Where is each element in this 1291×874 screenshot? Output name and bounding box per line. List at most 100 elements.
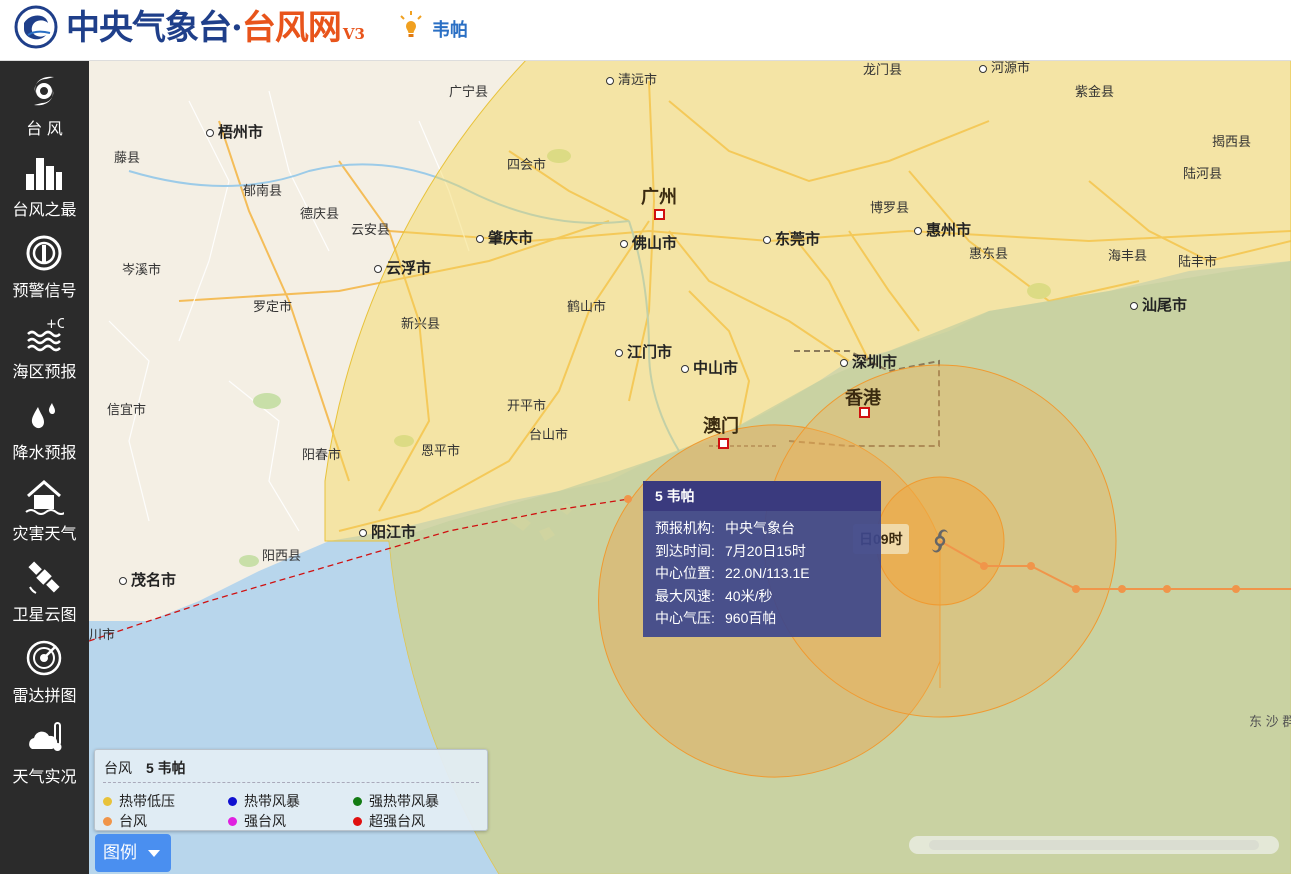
bar-chart-icon	[26, 158, 62, 190]
sidebar-item-satellite[interactable]: 卫星云图	[0, 551, 89, 631]
brand-version: V3	[342, 25, 365, 43]
map-label-luhe: 陆河县	[1183, 166, 1223, 181]
map-label-yunan2: 云安县	[351, 222, 391, 237]
legend-divider	[103, 782, 479, 783]
sidebar-item-rain-forecast[interactable]: 降水预报	[0, 389, 89, 469]
map-label-xinyi: 信宜市	[107, 402, 147, 417]
map-label-jiexi: 揭西县	[1212, 134, 1252, 149]
sidebar-item-label: 台风之最	[12, 202, 77, 219]
tooltip-row-pressure: 中心气压: 960百帕	[655, 610, 777, 626]
sidebar-item-label: 灾害天气	[12, 526, 77, 543]
left-sidebar: 台 风 台风之最 预警信号 +C 海区预报 降水预报 灾害天气 卫星云图 雷达拼…	[0, 61, 89, 874]
map-label-deqing: 德庆县	[300, 206, 340, 221]
tooltip-row-center-position: 中心位置: 22.0N/113.1E	[655, 565, 810, 581]
legend-item-super-ty: 超强台风	[353, 811, 425, 831]
map-label-heyuan: 河源市	[979, 61, 1030, 76]
tooltip-row-agency: 预报机构: 中央气象台	[655, 520, 795, 536]
map-label-maoming: 茂名市	[119, 569, 176, 590]
map-label-zhongshan: 中山市	[681, 357, 738, 378]
map-label-zijin: 紫金县	[1075, 84, 1115, 99]
map-label-yangjiang: 阳江市	[359, 521, 416, 542]
map-label-taishan: 台山市	[529, 427, 569, 442]
legend-item-ts: 热带风暴	[228, 791, 300, 811]
map-label-hongkong: 香港	[845, 388, 881, 408]
map-label-enping: 恩平市	[421, 443, 461, 458]
map-label-sihui: 四会市	[507, 157, 547, 172]
legend-item-sts: 强热带风暴	[353, 791, 439, 811]
map-label-yunfu: 云浮市	[374, 257, 431, 278]
legend-item-td: 热带低压	[103, 791, 175, 811]
map-label-jiangmen: 江门市	[615, 341, 672, 362]
top-header: 中央气象台·台风网 V3 韦帕	[0, 0, 1291, 61]
disaster-house-icon	[25, 480, 64, 515]
current-storm-link[interactable]: 韦帕	[432, 16, 468, 42]
sidebar-item-label: 海区预报	[12, 364, 77, 381]
map-label-yangxi: 阳西县	[262, 548, 302, 563]
sidebar-item-label: 卫星云图	[12, 607, 77, 624]
map-label-heshan: 鹤山市	[567, 299, 607, 314]
typhoon-map[interactable]: 清远市 龙门县 河源市 紫金县 广宁县 梧州市 揭西县 藤县 四会市 广州 陆河…	[89, 61, 1291, 874]
radar-icon	[26, 640, 62, 676]
map-label-boluo: 博罗县	[870, 200, 910, 215]
sidebar-item-typhoon-records[interactable]: 台风之最	[0, 146, 89, 226]
sidebar-item-disaster-weather[interactable]: 灾害天气	[0, 470, 89, 550]
legend-panel: 台风 5 韦帕 热带低压 热带风暴 强热带风暴 台风 强台风 超强台风	[94, 749, 488, 831]
map-label-cenxi: 岑溪市	[122, 262, 162, 277]
tooltip-body: 预报机构: 中央气象台 到达时间: 7月20日15时 中心位置: 22.0N/113.…	[643, 511, 881, 637]
map-label-haifeng: 海丰县	[1108, 248, 1148, 263]
site-brand[interactable]: 中央气象台·台风网 V3	[66, 6, 365, 50]
satellite-icon	[28, 561, 60, 594]
legend-toggle-button[interactable]: 图例	[95, 834, 171, 872]
tooltip-row-max-wind: 最大风速: 40米/秒	[655, 587, 773, 604]
map-label-teng: 藤县	[114, 150, 141, 165]
tooltip-row-arrival-time: 到达时间: 7月20日15时	[655, 542, 806, 559]
map-label-dongguan: 东莞市	[763, 228, 820, 249]
map-label-luoding: 罗定市	[253, 299, 293, 314]
legend-title: 台风 5 韦帕	[104, 760, 186, 776]
sidebar-item-label: 台 风	[26, 121, 63, 138]
cloud-thermometer-icon	[29, 722, 62, 751]
map-label-xinxing: 新兴县	[401, 316, 441, 331]
warning-signal-icon	[26, 235, 62, 271]
map-label-yunan: 郁南县	[243, 183, 283, 198]
map-label-lianjiang: 川市	[89, 627, 116, 642]
map-label-shenzhen: 深圳市	[840, 351, 897, 372]
map-label-yangchun: 阳春市	[302, 447, 342, 462]
brand-separator: ·	[231, 8, 243, 48]
map-label-zhaoqing: 肇庆市	[476, 227, 533, 248]
sidebar-item-typhoon[interactable]: 台 风	[0, 65, 89, 145]
legend-item-sty: 强台风	[228, 811, 286, 831]
map-label-foshan: 佛山市	[620, 232, 677, 253]
map-label-longmen: 龙门县	[863, 62, 903, 77]
brand-part1: 中央气象台	[66, 8, 232, 48]
map-label-guangning: 广宁县	[449, 84, 489, 99]
sidebar-item-warning-signal[interactable]: 预警信号	[0, 227, 89, 307]
sidebar-item-sea-forecast[interactable]: +C 海区预报	[0, 308, 89, 388]
sidebar-item-label: 降水预报	[12, 445, 77, 462]
sidebar-item-label: 预警信号	[12, 283, 77, 300]
sea-forecast-icon: +C	[27, 317, 64, 352]
forecast-point-tooltip: 5 韦帕 预报机构: 中央气象台 到达时间: 7月20日15时 中心位置: 22.0N…	[643, 481, 881, 637]
map-label-lufeng: 陆丰市	[1178, 254, 1218, 269]
map-label-wuzhou: 梧州市	[206, 121, 263, 142]
sidebar-item-weather-observation[interactable]: 天气实况	[0, 713, 89, 793]
brand-part2: 台风网	[241, 8, 342, 48]
map-label-huizhou: 惠州市	[914, 219, 971, 240]
map-label-qingyuan: 清远市	[606, 69, 657, 88]
map-label-macau: 澳门	[703, 416, 739, 436]
map-label-shanwei: 汕尾市	[1130, 294, 1187, 315]
map-scale-bar	[909, 836, 1279, 854]
typhoon-icon	[34, 76, 54, 106]
lightbulb-icon[interactable]	[398, 10, 424, 42]
rain-drop-icon	[31, 403, 55, 429]
sidebar-item-radar[interactable]: 雷达拼图	[0, 632, 89, 712]
caret-down-icon	[148, 850, 160, 857]
map-label-dongsha: 东 沙 群	[1249, 714, 1291, 729]
svg-text:+C: +C	[46, 317, 64, 332]
tooltip-title: 5 韦帕	[643, 481, 881, 511]
legend-item-ty: 台风	[103, 811, 147, 831]
sidebar-item-label: 天气实况	[12, 769, 77, 786]
cma-logo-icon	[14, 5, 58, 49]
sidebar-item-label: 雷达拼图	[12, 688, 77, 705]
map-label-guangzhou: 广州	[641, 187, 677, 207]
